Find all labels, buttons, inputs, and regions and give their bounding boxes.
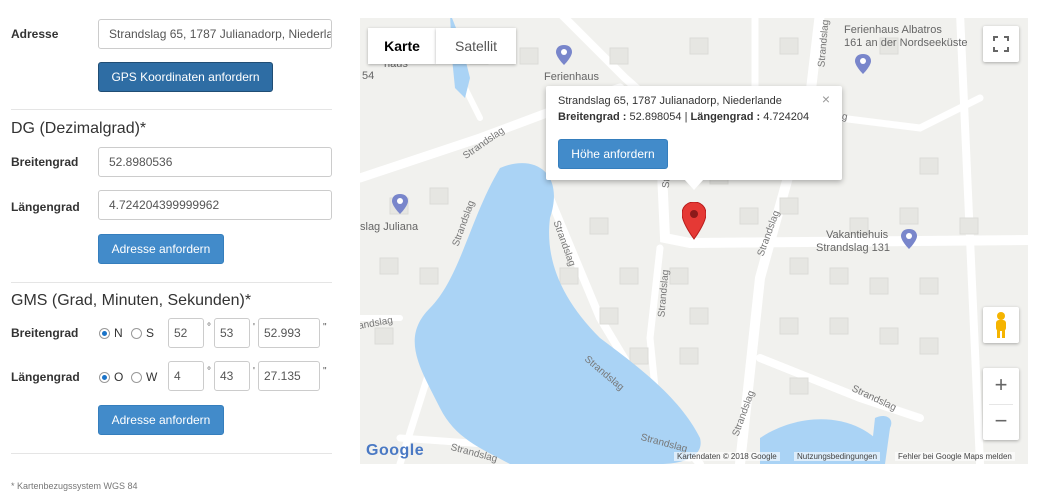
poi-pin-icon[interactable]	[901, 229, 917, 249]
dg-lat-label: Breitengrad	[11, 155, 79, 169]
poi-label: 161 an der Nordseeküste	[844, 37, 968, 49]
radio-north-label: N	[114, 326, 123, 340]
radio-west-label: W	[146, 370, 158, 384]
radio-east-label: O	[114, 370, 124, 384]
address-input[interactable]: Strandslag 65, 1787 Julianadorp, Niederl…	[98, 19, 332, 49]
fullscreen-button[interactable]	[983, 26, 1019, 62]
dg-lng-input[interactable]: 4.724204399999962	[98, 190, 332, 220]
dg-address-button[interactable]: Adresse anfordern	[98, 234, 224, 264]
gms-address-button[interactable]: Adresse anfordern	[98, 405, 224, 435]
poi-label: Strandslag 131	[816, 242, 890, 254]
popup-address: Strandslag 65, 1787 Julianadorp, Niederl…	[558, 95, 782, 107]
divider	[11, 282, 332, 283]
popup-close-icon[interactable]: ×	[822, 91, 830, 107]
tab-satellit[interactable]: Satellit	[436, 28, 516, 64]
dg-lat-input[interactable]: 52.8980536	[98, 147, 332, 177]
gms-lng-minutes-input[interactable]: 43	[214, 361, 250, 391]
map-canvas[interactable]: Strandslag Strandslag Strandslag Strands…	[360, 18, 1028, 464]
gms-lat-degrees-input[interactable]: 52	[168, 318, 204, 348]
popup-lng-value: 4.724204	[763, 111, 810, 123]
gms-lng-seconds-input[interactable]: 27.135	[258, 361, 320, 391]
gps-coordinates-button[interactable]: GPS Koordinaten anfordern	[98, 62, 273, 92]
poi-pin-icon[interactable]	[855, 54, 871, 74]
degree-symbol: °	[207, 322, 211, 333]
minute-symbol: '	[253, 366, 255, 377]
poi-label: Vakantiehuis	[826, 229, 889, 241]
poi-pin-icon[interactable]	[392, 194, 408, 214]
gms-lng-degrees-input[interactable]: 4	[168, 361, 204, 391]
radio-west[interactable]	[131, 372, 142, 383]
zoom-out-button[interactable]: −	[983, 404, 1019, 440]
attribution-terms[interactable]: Nutzungsbedingungen	[794, 452, 881, 461]
poi-label: slag Juliana	[360, 221, 419, 233]
attribution-report[interactable]: Fehler bei Google Maps melden	[895, 452, 1015, 461]
poi-label: Ferienhaus Albatros	[844, 24, 942, 36]
address-label: Adresse	[11, 27, 59, 41]
gms-lng-label: Längengrad	[11, 370, 80, 384]
tab-karte[interactable]: Karte	[368, 28, 436, 64]
poi-label: 54	[362, 70, 375, 82]
pegman-icon	[996, 312, 1006, 338]
poi-label: Ferienhaus	[544, 71, 600, 83]
street-view-pegman[interactable]	[983, 307, 1019, 343]
popup-lat-label: Breitengrad :	[558, 111, 627, 123]
divider	[11, 453, 332, 454]
popup-coordinates: Breitengrad : 52.898054 | Längengrad : 4…	[558, 111, 809, 123]
gms-heading: GMS (Grad, Minuten, Sekunden)*	[11, 292, 252, 309]
zoom-in-button[interactable]: +	[983, 368, 1019, 404]
second-symbol: "	[323, 322, 327, 333]
zoom-control: + −	[983, 368, 1019, 440]
radio-east[interactable]	[99, 372, 110, 383]
dg-heading: DG (Dezimalgrad)*	[11, 120, 147, 137]
second-symbol: "	[323, 366, 327, 377]
info-window: Strandslag 65, 1787 Julianadorp, Niederl…	[546, 86, 842, 190]
footnote: * Kartenbezugssystem WGS 84	[11, 481, 138, 491]
radio-north[interactable]	[99, 328, 110, 339]
popup-separator: |	[684, 111, 688, 123]
radio-south-label: S	[146, 326, 155, 340]
minute-symbol: '	[253, 322, 255, 333]
gms-lat-seconds-input[interactable]: 52.993	[258, 318, 320, 348]
gms-lat-label: Breitengrad	[11, 326, 79, 340]
poi-pin-icon[interactable]	[556, 45, 572, 65]
elevation-button[interactable]: Höhe anfordern	[558, 139, 668, 169]
popup-lng-label: Längengrad :	[690, 111, 761, 123]
degree-symbol: °	[207, 366, 211, 377]
dg-lng-label: Längengrad	[11, 200, 80, 214]
radio-south[interactable]	[131, 328, 142, 339]
popup-tail	[684, 179, 704, 190]
location-marker-icon[interactable]	[682, 202, 706, 240]
google-logo: Google	[366, 442, 425, 459]
popup-lat-value: 52.898054	[629, 111, 682, 123]
fullscreen-icon	[993, 36, 1009, 52]
attribution-map-data[interactable]: Kartendaten © 2018 Google	[674, 452, 780, 461]
divider	[11, 109, 332, 110]
gms-lat-minutes-input[interactable]: 53	[214, 318, 250, 348]
